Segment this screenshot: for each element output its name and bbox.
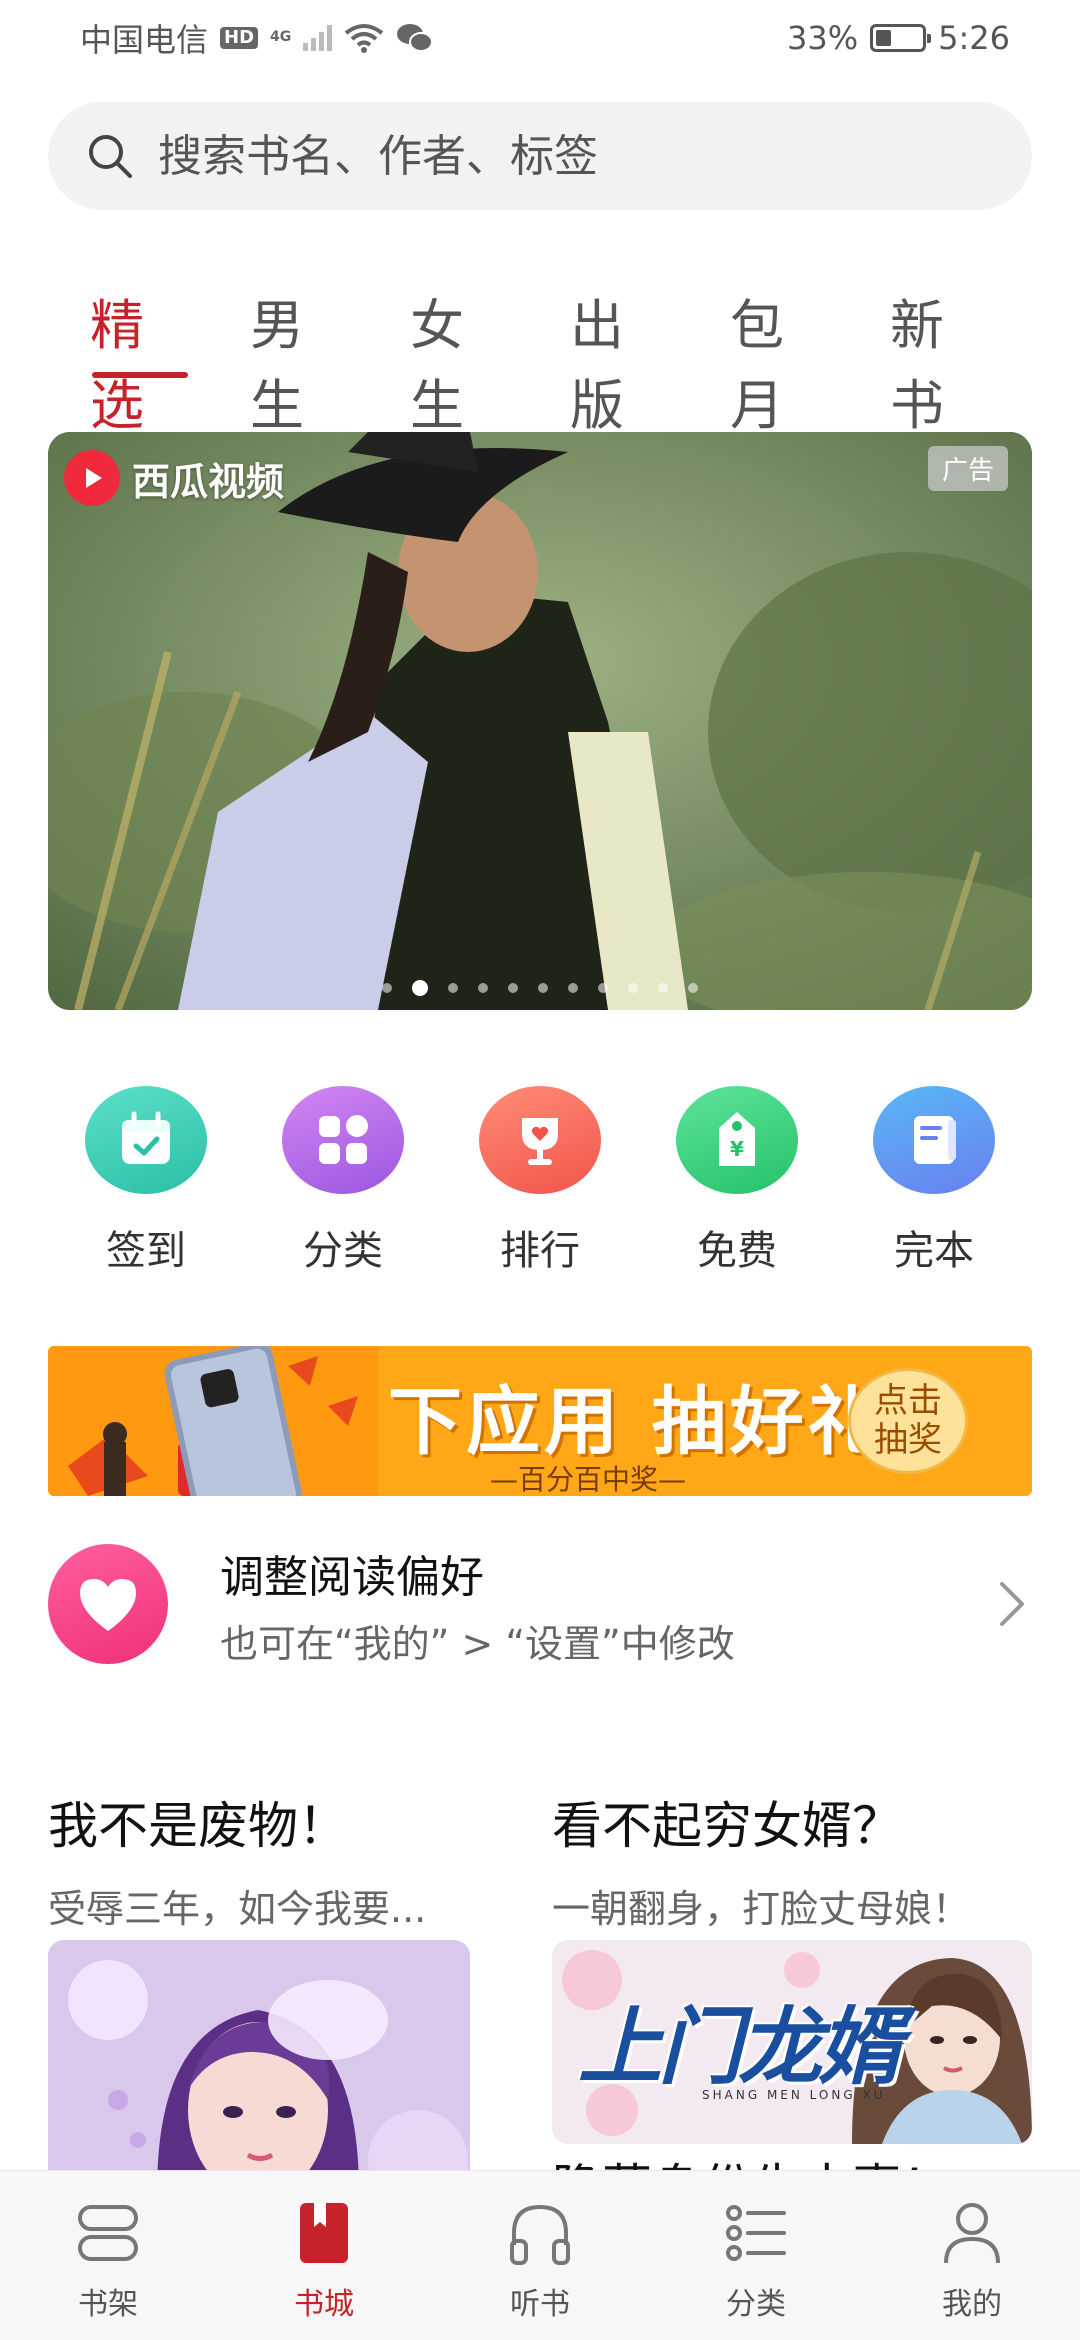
book-icon <box>873 1086 995 1194</box>
carousel-dot[interactable] <box>448 983 458 993</box>
banner-image <box>48 432 1032 1010</box>
heart-icon <box>48 1544 168 1664</box>
book-desc: 一朝翻身，打脸丈母娘！ <box>552 1887 971 1931</box>
nav-audiobook-label: 听书 <box>510 2287 570 2322</box>
status-right: 33% 5:26 <box>787 19 1010 57</box>
profile-icon <box>944 2203 1000 2264</box>
book-cover-title: 上门龙婿 <box>578 1998 902 2096</box>
search-icon <box>89 135 132 178</box>
nav-bookshelf[interactable]: 书架 <box>18 2171 198 2340</box>
quick-free[interactable]: ¥ 免费 <box>639 1086 835 1276</box>
signal-icon <box>303 24 333 51</box>
reading-preference-row[interactable]: 调整阅读偏好 也可在“我的” > “设置”中修改 <box>48 1542 1032 1666</box>
category-tabs: 精选 男生 女生 出版 包月 新书 <box>60 286 1020 437</box>
clock: 5:26 <box>938 18 1010 57</box>
xigua-play-icon <box>64 450 120 506</box>
carousel-dot[interactable] <box>628 983 638 993</box>
tab-female[interactable]: 女生 <box>380 286 540 437</box>
tab-featured[interactable]: 精选 <box>60 286 220 437</box>
quick-free-label: 免费 <box>697 1228 777 1274</box>
battery-icon <box>870 23 932 52</box>
book-title: 看不起穷女婿？ <box>552 1797 902 1855</box>
quick-checkin-label: 签到 <box>106 1228 186 1274</box>
quick-category[interactable]: 分类 <box>245 1086 441 1276</box>
bookshelf-icon <box>78 2205 138 2261</box>
wechat-icon <box>397 23 434 52</box>
nav-category-label: 分类 <box>726 2287 786 2322</box>
tab-male[interactable]: 男生 <box>220 286 380 437</box>
network-type: 4G <box>270 28 292 45</box>
svg-text:¥: ¥ <box>730 1137 744 1161</box>
book-cover[interactable]: 上门龙婿 SHANG MEN LONG XU <box>552 1940 1032 2144</box>
carousel-dot[interactable] <box>478 983 488 993</box>
carousel-dot[interactable] <box>538 983 548 993</box>
tab-published[interactable]: 出版 <box>540 286 700 437</box>
bookstore-icon <box>300 2203 348 2263</box>
book-title: 我不是废物！ <box>48 1797 348 1855</box>
quick-actions: 签到 分类 排行 ¥ 免费 完本 <box>48 1086 1032 1276</box>
list-icon <box>726 2205 786 2261</box>
book-desc: 受辱三年，如今我要... <box>48 1887 427 1931</box>
search-input[interactable] <box>158 130 978 182</box>
carousel-dot-active[interactable] <box>412 980 428 996</box>
battery-level <box>876 29 891 46</box>
nav-profile-label: 我的 <box>942 2287 1002 2322</box>
carousel-dot[interactable] <box>658 983 668 993</box>
nav-bookstore[interactable]: 书城 <box>234 2171 414 2340</box>
quick-completed-label: 完本 <box>894 1228 974 1274</box>
nav-profile[interactable]: 我的 <box>882 2171 1062 2340</box>
promo-button-line1: 点击 <box>874 1380 942 1421</box>
quick-category-label: 分类 <box>303 1228 383 1274</box>
promo-phone-image <box>48 1346 378 1496</box>
nav-bookstore-label: 书城 <box>294 2287 354 2322</box>
tab-new-books[interactable]: 新书 <box>860 286 1020 437</box>
grid-icon <box>282 1086 404 1194</box>
search-bar[interactable] <box>48 102 1032 210</box>
status-bar: 中国电信 HD 4G 33% 5:26 <box>0 0 1080 75</box>
ad-label: 广告 <box>927 446 1008 491</box>
nav-category[interactable]: 分类 <box>666 2171 846 2340</box>
promo-draw-button[interactable]: 点击 抽奖 <box>848 1368 968 1474</box>
ad-banner[interactable]: 西瓜视频 广告 <box>48 432 1032 1010</box>
preference-subtitle: 也可在“我的” > “设置”中修改 <box>220 1621 735 1666</box>
quick-ranking[interactable]: 排行 <box>442 1086 638 1276</box>
carousel-dot[interactable] <box>508 983 518 993</box>
price-tag-icon: ¥ <box>676 1086 798 1194</box>
xigua-logo: 西瓜视频 <box>64 450 284 506</box>
promo-title: 下应用 抽好礼 <box>388 1379 886 1465</box>
preference-title: 调整阅读偏好 <box>220 1551 484 1603</box>
nav-audiobook[interactable]: 听书 <box>450 2171 630 2340</box>
xigua-logo-text: 西瓜视频 <box>132 459 285 504</box>
quick-checkin[interactable]: 签到 <box>48 1086 244 1276</box>
promo-button-line2: 抽奖 <box>874 1420 942 1460</box>
nav-bookshelf-label: 书架 <box>78 2287 138 2322</box>
headphones-icon <box>510 2204 570 2265</box>
book-cover-subtitle: SHANG MEN LONG XU <box>702 2088 886 2102</box>
promo-subtitle: —百分百中奖— <box>490 1463 687 1496</box>
battery-percent: 33% <box>787 18 859 57</box>
wifi-icon <box>345 23 384 53</box>
tab-monthly[interactable]: 包月 <box>700 286 860 437</box>
calendar-check-icon <box>85 1086 207 1194</box>
carousel-dot[interactable] <box>598 983 608 993</box>
quick-completed[interactable]: 完本 <box>836 1086 1032 1276</box>
status-left: 中国电信 HD 4G <box>80 15 434 61</box>
carousel-dot[interactable] <box>568 983 578 993</box>
preference-text: 调整阅读偏好 也可在“我的” > “设置”中修改 <box>220 1541 992 1668</box>
carousel-dots <box>48 980 1032 996</box>
chevron-right-icon <box>1000 1582 1024 1626</box>
quick-ranking-label: 排行 <box>500 1228 580 1274</box>
carousel-dot[interactable] <box>688 983 698 993</box>
bottom-nav: 书架 书城 听书 分类 我的 <box>0 2170 1080 2340</box>
book-card[interactable]: 看不起穷女婿？ 一朝翻身，打脸丈母娘！ 上门龙婿 SHANG MEN LONG … <box>552 1786 1032 2144</box>
trophy-icon <box>479 1086 601 1194</box>
promo-banner[interactable]: 下应用 抽好礼 —百分百中奖— 点击 抽奖 <box>48 1346 1032 1496</box>
carousel-dot[interactable] <box>382 983 392 993</box>
carrier-name: 中国电信 <box>80 20 209 59</box>
hd-badge: HD <box>220 26 259 49</box>
book-card[interactable]: 我不是废物！ 受辱三年，如今我要... <box>48 1786 518 2220</box>
